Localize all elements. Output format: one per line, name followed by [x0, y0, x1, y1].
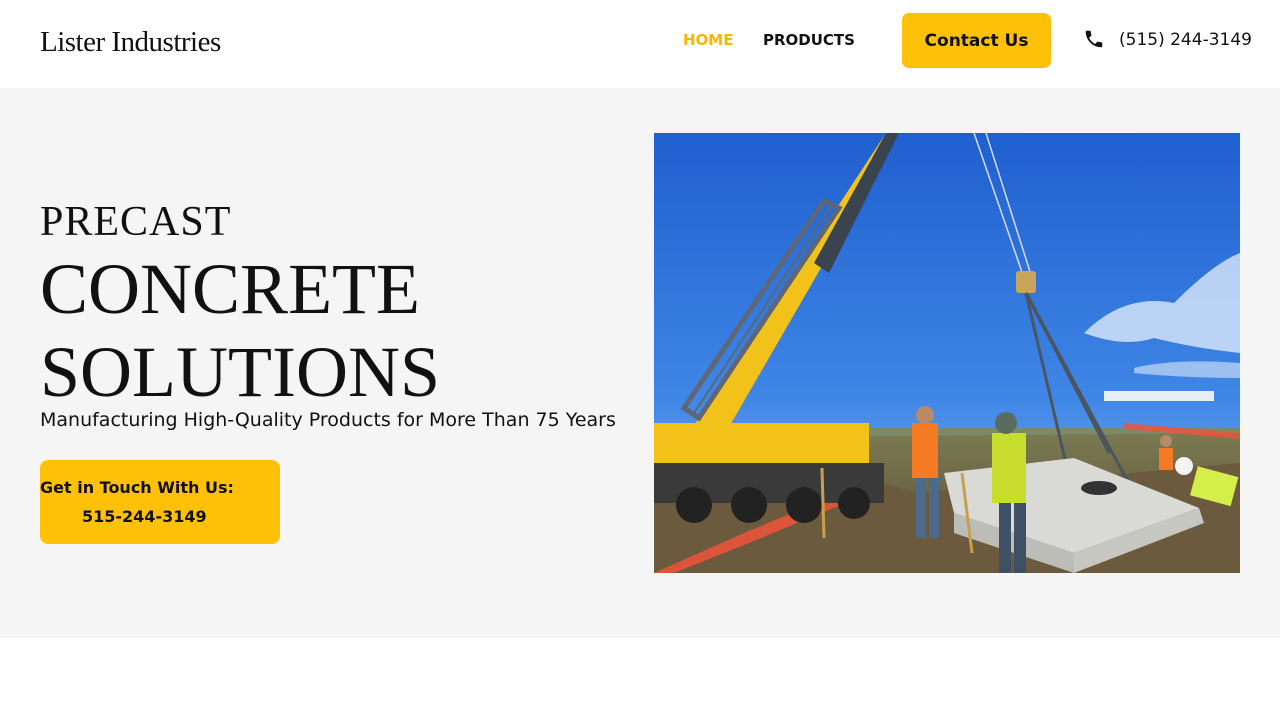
hero-title-line2: CONCRETE: [40, 249, 421, 329]
hero-title-line3: SOLUTIONS: [40, 332, 441, 412]
header-phone-link[interactable]: (515) 244-3149: [1119, 30, 1252, 50]
nav-item-products[interactable]: PRODUCTS: [763, 31, 855, 49]
get-in-touch-button[interactable]: Get in Touch With Us: 515-244-3149: [40, 460, 280, 544]
hero-section: PRECAST CONCRETE SOLUTIONS Manufacturing…: [0, 88, 1280, 638]
cta-label: Get in Touch With Us:: [40, 478, 234, 497]
contact-us-button[interactable]: Contact Us: [902, 13, 1051, 68]
nav-item-home[interactable]: HOME: [683, 31, 733, 49]
site-logo[interactable]: Lister Industries: [40, 26, 221, 59]
hero-title-line1: PRECAST: [40, 199, 232, 245]
site-header: Lister Industries HOME PRODUCTS Contact …: [0, 0, 1280, 88]
hero-subtitle: Manufacturing High-Quality Products for …: [40, 409, 616, 431]
cta-phone: 515-244-3149: [82, 507, 207, 526]
phone-icon: [1083, 28, 1105, 50]
hero-crane-photo: [654, 133, 1240, 573]
